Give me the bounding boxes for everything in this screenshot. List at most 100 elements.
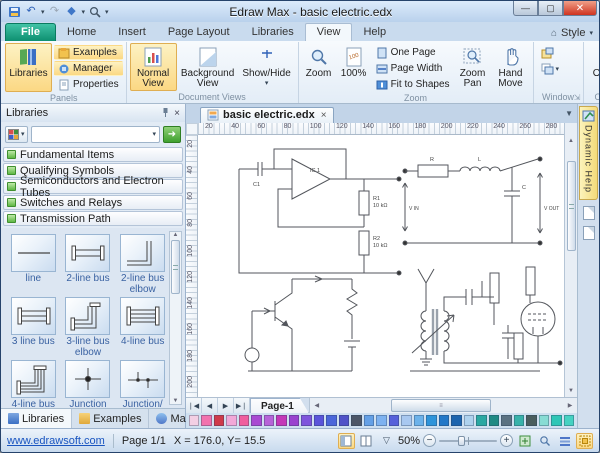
shape-line[interactable]: line <box>9 234 58 295</box>
zoom-in-button[interactable]: + <box>500 434 513 447</box>
palette-swatch[interactable] <box>289 415 299 426</box>
palette-swatch[interactable] <box>301 415 311 426</box>
background-view-button[interactable]: Background View <box>179 43 237 91</box>
palette-swatch[interactable] <box>426 415 436 426</box>
libraries-button[interactable]: Libraries <box>5 43 52 92</box>
cascade-dropdown-icon[interactable]: ▾ <box>556 65 560 73</box>
one-page-button[interactable]: One Page <box>372 45 454 60</box>
zoom-button[interactable]: Zoom <box>302 43 336 92</box>
shape-junction-2[interactable]: Junction/ <box>118 360 167 408</box>
library-search-combobox[interactable]: ▾ <box>31 126 160 143</box>
palette-swatch[interactable] <box>414 415 424 426</box>
zoom-slider-thumb[interactable] <box>458 436 465 446</box>
page-width-button[interactable]: Page Width <box>372 61 454 76</box>
multi-page-view-button[interactable] <box>556 433 573 449</box>
palette-swatch[interactable] <box>339 415 349 426</box>
normal-view-button[interactable]: Normal View <box>130 43 177 91</box>
library-menu-button[interactable]: ▾ <box>5 126 28 143</box>
palette-swatch[interactable] <box>501 415 511 426</box>
tools-icon[interactable]: ◆ <box>65 5 79 19</box>
palette-swatch[interactable] <box>214 415 224 426</box>
category-transmission-path[interactable]: Transmission Path <box>3 211 183 226</box>
palette-swatch[interactable] <box>351 415 361 426</box>
palette-swatch[interactable] <box>189 415 199 426</box>
palette-swatch[interactable] <box>539 415 549 426</box>
tab-list-dropdown-icon[interactable]: ▼ <box>565 109 573 118</box>
palette-swatch[interactable] <box>376 415 386 426</box>
palette-swatch[interactable] <box>564 415 574 426</box>
normal-view-mode-button[interactable] <box>338 433 355 449</box>
panel-page-icon[interactable] <box>583 206 595 220</box>
scroll-down-icon[interactable]: ▼ <box>173 398 179 404</box>
window-dialog-launcher-icon[interactable]: ⇲ <box>574 93 581 102</box>
palette-swatch[interactable] <box>201 415 211 426</box>
palette-swatch[interactable] <box>401 415 411 426</box>
palette-swatch[interactable] <box>514 415 524 426</box>
palette-swatch[interactable] <box>251 415 261 426</box>
palette-swatch[interactable] <box>389 415 399 426</box>
shape-4-line-bus-elbow[interactable]: 4-line bus <box>9 360 58 408</box>
category-semiconductors[interactable]: Semiconductors and Electron Tubes <box>3 179 183 194</box>
website-link[interactable]: www.edrawsoft.com <box>7 435 105 447</box>
save-icon[interactable] <box>7 5 21 19</box>
document-tab[interactable]: basic electric.edx × <box>200 107 334 123</box>
shape-junction[interactable]: Junction <box>64 360 113 408</box>
scrollbar-thumb[interactable]: ≡ <box>391 399 491 412</box>
pin-icon[interactable] <box>161 107 170 120</box>
undo-dropdown-icon[interactable]: ▾ <box>41 8 45 16</box>
zoom-100-button[interactable]: 100 100% <box>338 43 370 92</box>
tab-home[interactable]: Home <box>56 24 107 41</box>
bottom-tab-libraries[interactable]: Libraries <box>1 409 72 428</box>
tab-page-layout[interactable]: Page Layout <box>157 24 241 41</box>
palette-swatch[interactable] <box>226 415 236 426</box>
palette-swatch[interactable] <box>464 415 474 426</box>
palette-swatch[interactable] <box>364 415 374 426</box>
page-tab[interactable]: Page-1 <box>250 398 309 413</box>
circuit-rlc[interactable]: R L C V IN V OUT <box>403 157 560 245</box>
scroll-down-icon[interactable]: ▼ <box>568 385 574 397</box>
close-button[interactable]: ✕ <box>563 1 597 16</box>
circuit-opamp[interactable]: IC 1 C1 R1 10 kΩ R2 10 kΩ <box>239 149 401 275</box>
circuit-radio[interactable] <box>410 267 562 371</box>
drawing-canvas[interactable]: IC 1 C1 R1 10 kΩ R2 10 kΩ <box>198 135 564 397</box>
cascade-windows-button[interactable]: ▾ <box>537 61 564 76</box>
panel-page-icon[interactable] <box>583 226 595 240</box>
palette-swatch[interactable] <box>276 415 286 426</box>
first-page-button[interactable]: ❘◀ <box>186 398 202 413</box>
examples-button[interactable]: Examples <box>54 45 123 60</box>
palette-swatch[interactable] <box>489 415 499 426</box>
next-page-button[interactable]: ▶ <box>218 398 234 413</box>
canvas-h-scrollbar[interactable]: ◀ ≡ ▶ <box>309 398 577 413</box>
close-panel-icon[interactable]: × <box>174 108 180 119</box>
tab-file[interactable]: File <box>5 23 56 41</box>
dynamic-help-tab[interactable]: Dynamic Help <box>579 106 598 200</box>
style-dropdown-icon[interactable]: ▾ <box>589 29 593 37</box>
zoom-out-button[interactable]: − <box>423 434 436 447</box>
palette-swatch[interactable] <box>451 415 461 426</box>
scroll-right-icon[interactable]: ▶ <box>563 398 577 413</box>
scroll-up-icon[interactable]: ▲ <box>173 232 179 238</box>
circuit-transistor[interactable] <box>245 276 360 371</box>
palette-swatch[interactable] <box>476 415 486 426</box>
minimize-button[interactable]: — <box>513 1 538 16</box>
tab-help[interactable]: Help <box>352 24 397 41</box>
undo-icon[interactable]: ↶ <box>24 5 38 19</box>
shape-list-scrollbar[interactable]: ▲ ▼ <box>169 231 182 405</box>
filter-view-icon[interactable]: ▽ <box>378 433 395 449</box>
page-view-mode-button[interactable] <box>358 433 375 449</box>
palette-swatch[interactable] <box>439 415 449 426</box>
tab-libraries[interactable]: Libraries <box>241 24 305 41</box>
bottom-tab-examples[interactable]: Examples <box>72 409 149 428</box>
library-go-button[interactable]: ➜ <box>163 126 181 143</box>
tools-dropdown-icon[interactable]: ▾ <box>82 8 86 16</box>
pan-window-button[interactable] <box>576 433 593 449</box>
close-document-icon[interactable]: × <box>321 110 327 121</box>
combo-dropdown-icon[interactable]: ▾ <box>152 130 156 138</box>
palette-swatch[interactable] <box>526 415 536 426</box>
prev-page-button[interactable]: ◀ <box>202 398 218 413</box>
shape-3-line-bus-elbow[interactable]: 3-line bus elbow <box>64 297 113 358</box>
redo-icon[interactable]: ↷ <box>48 5 62 19</box>
scrollbar-thumb[interactable] <box>567 161 576 251</box>
fit-to-window-button[interactable] <box>516 433 533 449</box>
scroll-left-icon[interactable]: ◀ <box>310 398 324 413</box>
